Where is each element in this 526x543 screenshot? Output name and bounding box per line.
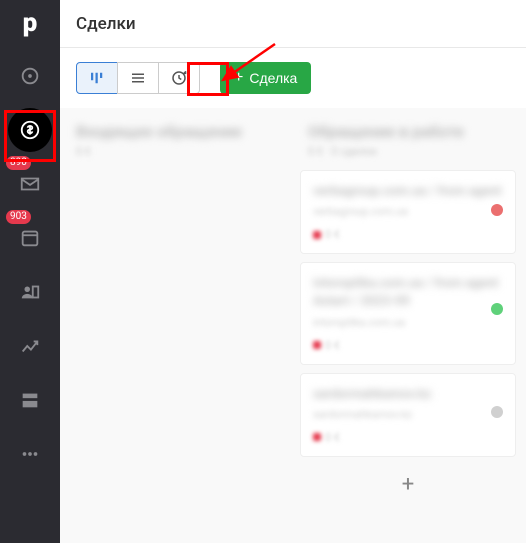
view-list-button[interactable] <box>117 62 159 94</box>
card-title: verbagroup.com.ua / from agent <box>313 183 503 201</box>
column-subtitle: 0 € <box>76 145 276 158</box>
sidebar-deals[interactable] <box>8 108 52 152</box>
view-pipeline-button[interactable] <box>76 62 118 94</box>
add-card-button[interactable]: + <box>300 465 516 505</box>
column-title: Обращение в работе <box>308 122 508 141</box>
sidebar-mail[interactable]: 890 <box>8 162 52 206</box>
card-meta: 0 € <box>313 431 503 444</box>
pipeline-column: Обращение в работе 0 € · 0 сделок verbag… <box>292 108 524 543</box>
add-deal-button[interactable]: + Сделка <box>220 62 311 94</box>
logo: p <box>23 10 38 36</box>
pipeline-column: Входящее обращение 0 € <box>60 108 292 543</box>
card-subtitle: verbagroup.com.ua <box>313 205 503 218</box>
status-dot <box>491 303 503 315</box>
column-title: Входящее обращение <box>76 122 276 141</box>
calendar-badge: 903 <box>6 210 31 224</box>
sidebar-contacts[interactable] <box>8 270 52 314</box>
sidebar-calendar[interactable]: 903 <box>8 216 52 260</box>
card-title: intoroptika.com.ua / from agent Astart /… <box>313 275 503 311</box>
deal-card[interactable]: sardormahkamov.kz sardormahkamov.kz 0 € <box>300 373 516 457</box>
view-forecast-button[interactable] <box>158 62 200 94</box>
mail-badge: 890 <box>6 156 31 170</box>
add-deal-label: Сделка <box>249 70 297 86</box>
column-subtitle: 0 € · 0 сделок <box>308 145 508 158</box>
card-title: sardormahkamov.kz <box>313 386 503 404</box>
card-subtitle: intoroptika.com.ua <box>313 316 503 329</box>
card-subtitle: sardormahkamov.kz <box>313 408 503 421</box>
status-dot <box>491 204 503 216</box>
sidebar-reports[interactable] <box>8 324 52 368</box>
plus-icon: + <box>234 70 243 86</box>
sidebar-more[interactable] <box>8 432 52 476</box>
card-meta: 0 € <box>313 228 503 241</box>
deal-card[interactable]: intoroptika.com.ua / from agent Astart /… <box>300 262 516 364</box>
deal-card[interactable]: verbagroup.com.ua / from agent verbagrou… <box>300 170 516 254</box>
sidebar-focus[interactable] <box>8 54 52 98</box>
card-meta: 0 € <box>313 339 503 352</box>
page-title: Сделки <box>76 14 136 34</box>
sidebar-products[interactable] <box>8 378 52 422</box>
